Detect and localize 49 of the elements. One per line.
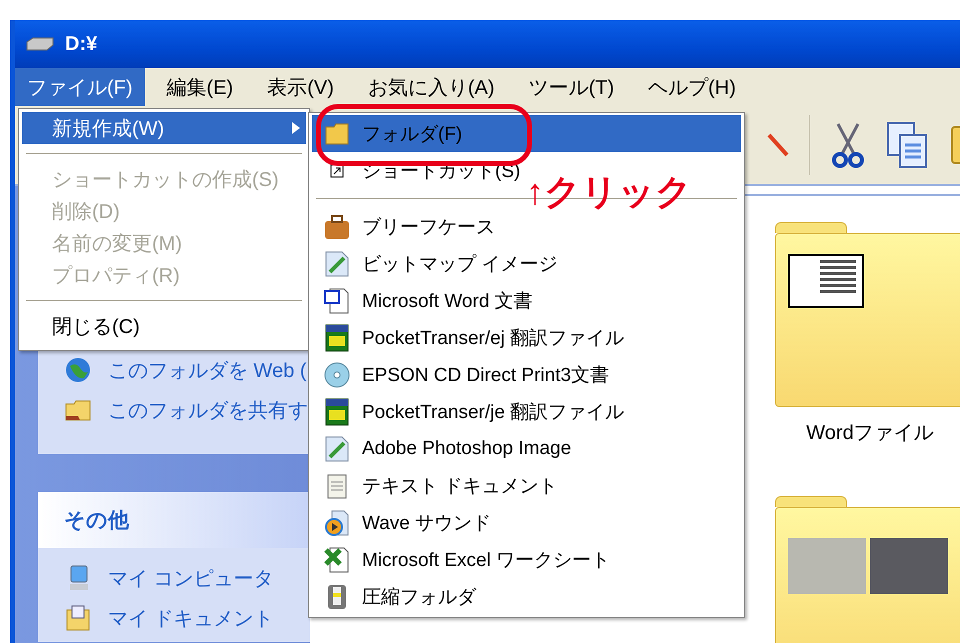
folder-name[interactable]: Wordファイル [806, 419, 934, 446]
disc-icon [324, 360, 350, 388]
document-icon [64, 604, 92, 632]
drive-icon [25, 37, 55, 51]
shortcut-icon [330, 164, 344, 178]
submenu-entry[interactable]: EPSON CD Direct Print3文書 [312, 356, 741, 393]
submenu-arrow-icon [292, 122, 300, 134]
window-title: D:¥ [65, 32, 98, 56]
zip-folder-icon [326, 582, 348, 610]
menu-entry[interactable]: 閉じる(C) [22, 310, 306, 342]
folder-tab [775, 496, 847, 507]
submenu-entry[interactable]: PocketTranser/ej 翻訳ファイル [312, 319, 741, 356]
cut-icon [830, 122, 866, 168]
file-icon [325, 324, 349, 352]
image-file-icon [324, 250, 350, 278]
globe-icon [64, 356, 92, 384]
folder-icon [325, 122, 349, 144]
menu-item[interactable]: お気に入り(A) [356, 68, 507, 106]
copy-icon [886, 121, 930, 169]
task-link[interactable]: このフォルダを Web ( [108, 356, 307, 384]
spreadsheet-icon [324, 546, 350, 574]
folder-icon[interactable] [775, 496, 960, 643]
menu-item[interactable]: ヘルプ(H) [636, 68, 748, 106]
briefcase-icon [324, 214, 350, 240]
menu-item[interactable]: ファイル(F) [15, 68, 145, 106]
submenu-entry[interactable]: 圧縮フォルダ [312, 578, 741, 615]
menu-entry[interactable]: 新規作成(W) [22, 112, 306, 144]
submenu-entry[interactable]: Microsoft Excel ワークシート [312, 541, 741, 578]
folder-tab [775, 222, 847, 233]
notepad-icon [326, 472, 348, 500]
submenu-entry[interactable]: Wave サウンド [312, 504, 741, 541]
submenu-entry[interactable]: テキスト ドキュメント [312, 467, 741, 504]
task-link[interactable]: マイ ドキュメント [108, 604, 274, 632]
submenu-entry[interactable]: PocketTranser/je 翻訳ファイル [312, 393, 741, 430]
document-icon [324, 286, 350, 314]
task-link[interactable]: マイ コンピュータ [108, 564, 274, 592]
submenu-entry[interactable]: Adobe Photoshop Image [312, 430, 741, 467]
task-link[interactable]: このフォルダを共有す [108, 396, 308, 424]
pane-title: その他 [38, 492, 310, 548]
submenu-entry[interactable]: Microsoft Word 文書 [312, 282, 741, 319]
file-icon [325, 398, 349, 426]
submenu-entry[interactable]: ビットマップ イメージ [312, 245, 741, 282]
menu-item[interactable]: 表示(V) [255, 68, 346, 106]
submenu-entry[interactable]: フォルダ(F) [312, 115, 741, 152]
menu-item[interactable]: 編集(E) [154, 68, 246, 106]
media-file-icon [324, 508, 350, 536]
menu-item[interactable]: ツール(T) [516, 68, 626, 106]
image-file-icon [324, 434, 350, 462]
folder-icon[interactable] [775, 222, 960, 407]
